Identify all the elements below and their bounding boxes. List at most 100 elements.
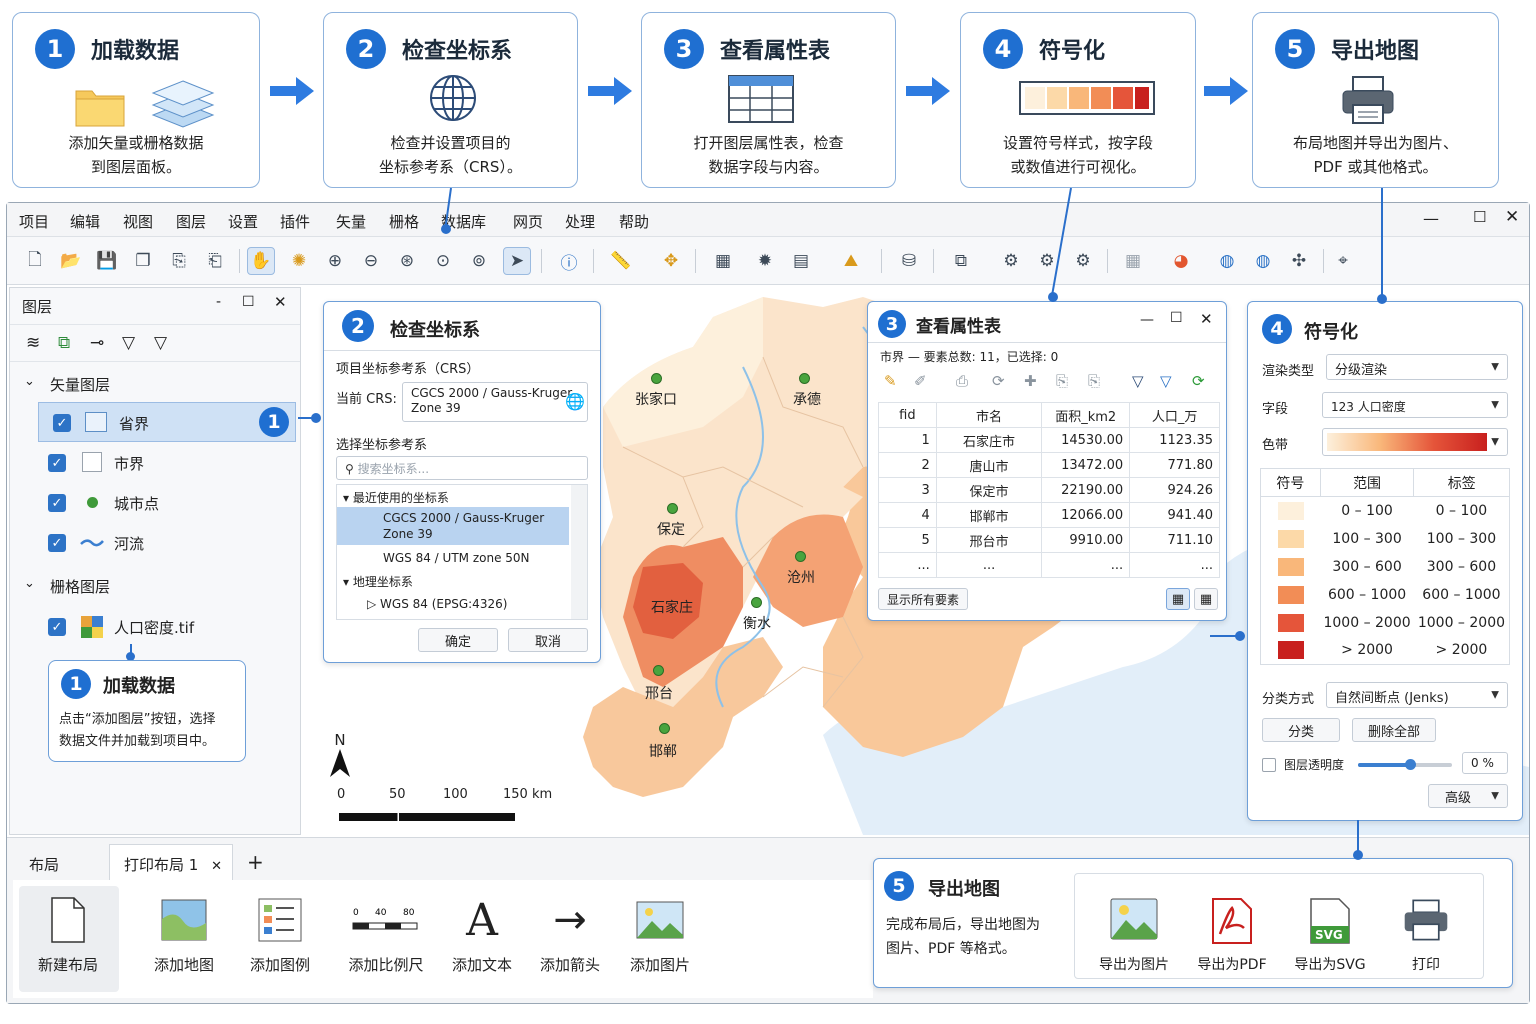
add-layer-icon[interactable]: ⧉ — [947, 247, 975, 275]
export-pdf-button[interactable]: 导出为PDF — [1187, 898, 1277, 974]
delete-feature-icon[interactable]: ⎘ — [1056, 372, 1068, 390]
label-tool-icon[interactable]: ⛰ — [837, 247, 865, 275]
add-group-icon[interactable]: ⧉ — [58, 333, 70, 353]
manage-themes-icon[interactable]: ⊸ — [90, 333, 104, 353]
vector-group-header[interactable]: ⌄ 矢量图层 — [10, 366, 300, 404]
refresh-icon[interactable]: ⟳ — [1192, 372, 1205, 390]
city-point-baoding[interactable] — [667, 503, 678, 514]
city-point-xingtai[interactable] — [653, 665, 664, 676]
window-minimize-icon[interactable]: — — [1423, 209, 1439, 228]
class-symbol-swatch[interactable] — [1261, 637, 1321, 665]
show-all-features-button[interactable]: 显示所有要素 — [878, 588, 968, 610]
menu-vector[interactable]: 矢量 — [336, 211, 366, 232]
new-layout-button[interactable]: 新建布局 — [23, 894, 113, 975]
chevron-down-icon[interactable]: ⌄ — [24, 576, 35, 591]
style-manager-icon[interactable]: ⎗ — [201, 247, 229, 275]
filter-legend-icon[interactable]: ▽ — [154, 333, 167, 353]
table-row[interactable]: 5 邢台市 9910.00 711.10 — [878, 527, 1220, 553]
menu-layer[interactable]: 图层 — [176, 211, 206, 232]
chevron-down-icon[interactable]: ⌄ — [24, 374, 35, 389]
class-symbol-swatch[interactable] — [1261, 525, 1321, 553]
measure-ruler-icon[interactable]: 📏 — [607, 247, 635, 275]
web-globe-icon[interactable]: ◍ — [1213, 247, 1241, 275]
attribute-table-icon[interactable]: ▦ — [709, 247, 737, 275]
menu-processing[interactable]: 处理 — [565, 211, 595, 232]
cancel-button[interactable]: 取消 — [508, 628, 588, 652]
column-header[interactable]: 符号 — [1260, 468, 1321, 497]
copy-icon[interactable]: ⎘ — [1088, 372, 1100, 390]
table-view-icon[interactable]: ▦ — [1166, 588, 1190, 610]
new-print-layout-icon[interactable]: ❐ — [129, 247, 157, 275]
color-ramp-select[interactable] — [1322, 428, 1508, 456]
column-header[interactable]: 市名 — [935, 402, 1043, 428]
layer-item-population-raster[interactable]: ✓ 人口密度.tif — [10, 608, 300, 646]
crs-item-selected[interactable]: CGCS 2000 / Gauss-Kruger Zone 39 — [337, 507, 569, 545]
class-row[interactable]: 100 – 300 100 – 300 — [1261, 525, 1510, 553]
zoom-out-icon[interactable]: ⊖ — [357, 247, 385, 275]
layer-item-province[interactable]: ✓ 省界 1 — [38, 402, 296, 442]
edit-pencil-icon[interactable]: ✎ — [884, 372, 897, 390]
toolbox-gear-icon[interactable]: ⚙ — [1069, 247, 1097, 275]
city-point-hengshui[interactable] — [751, 597, 762, 608]
field-select[interactable]: 123 人口密度 — [1322, 392, 1508, 418]
panel-maximize-icon[interactable]: ☐ — [1170, 310, 1183, 326]
multi-edit-icon[interactable]: ✐ — [914, 372, 927, 390]
classify-button[interactable]: 分类 — [1262, 718, 1340, 742]
panel-minimize-icon[interactable]: — — [1140, 312, 1154, 328]
class-row[interactable]: 0 – 100 0 – 100 — [1261, 497, 1510, 525]
panel-close-icon[interactable]: ✕ — [274, 293, 287, 311]
menu-web[interactable]: 网页 — [513, 211, 543, 232]
save-edits-icon[interactable]: ⎙ — [956, 372, 968, 390]
add-tab-icon[interactable]: + — [247, 850, 264, 874]
color-wheel-icon[interactable]: ◕ — [1167, 247, 1195, 275]
crs-globe-icon[interactable]: 🌐 — [565, 392, 585, 411]
pan-to-selection-icon[interactable]: ✺ — [285, 247, 313, 275]
column-header[interactable]: 标签 — [1414, 469, 1510, 497]
export-svg-button[interactable]: SVG 导出为SVG — [1285, 898, 1375, 974]
city-point-cangzhou[interactable] — [795, 551, 806, 562]
zoom-native-icon[interactable]: ⊚ — [465, 247, 493, 275]
opacity-slider[interactable] — [1358, 759, 1452, 770]
window-close-icon[interactable]: ✕ — [1505, 207, 1519, 227]
select-pointer-icon[interactable]: ➤ — [503, 247, 531, 275]
processing-gear-icon[interactable]: ⚙ — [997, 247, 1025, 275]
plugin-manager-icon[interactable]: ⛁ — [895, 247, 923, 275]
filter-icon[interactable]: ▽ — [122, 333, 135, 353]
crs-search-input[interactable]: ⚲ 搜索坐标系... — [336, 456, 588, 480]
statistics-icon[interactable]: ✹ — [751, 247, 779, 275]
panel-float-icon[interactable]: ☐ — [242, 294, 255, 310]
city-point-handan[interactable] — [659, 723, 670, 734]
layer-checkbox[interactable]: ✓ — [48, 534, 66, 552]
print-button[interactable]: 打印 — [1381, 898, 1471, 974]
class-symbol-swatch[interactable] — [1261, 497, 1321, 525]
advanced-button[interactable]: 高级 — [1428, 784, 1508, 808]
column-header[interactable]: fid — [878, 402, 937, 428]
menu-view[interactable]: 视图 — [123, 211, 153, 232]
layer-checkbox[interactable]: ✓ — [53, 414, 71, 432]
menu-help[interactable]: 帮助 — [619, 211, 649, 232]
pan-hand-icon[interactable]: ✋ — [247, 247, 275, 275]
layer-styling-icon[interactable]: ≋ — [26, 333, 40, 353]
add-feature-icon[interactable]: ✚ — [1024, 372, 1037, 390]
column-header[interactable]: 范围 — [1320, 468, 1415, 497]
menu-raster[interactable]: 栅格 — [389, 211, 419, 232]
table-row[interactable]: ............ — [878, 552, 1220, 578]
filter-selected-icon[interactable]: ▽ — [1160, 372, 1172, 390]
layer-checkbox[interactable]: ✓ — [48, 494, 66, 512]
class-row[interactable]: > 2000 > 2000 — [1261, 637, 1510, 665]
opacity-slider-handle[interactable] — [1405, 759, 1416, 770]
grid-icon[interactable]: ▦ — [1119, 247, 1147, 275]
tree-group-recent[interactable]: ▾ 最近使用的坐标系 — [343, 489, 449, 506]
table-row[interactable]: 1 石家庄市 14530.00 1123.35 — [878, 427, 1220, 453]
form-view-icon[interactable]: ▦ — [1194, 588, 1218, 610]
measure-area-icon[interactable]: ✥ — [657, 247, 685, 275]
add-arrow-button[interactable]: → 添加箭头 — [525, 894, 615, 975]
reload-icon[interactable]: ⟳ — [992, 372, 1005, 390]
crs-item[interactable]: WGS 84 / UTM zone 50N — [383, 551, 530, 565]
print-layout-tab[interactable]: 打印布局 1 ✕ — [109, 844, 233, 880]
panel-minimize-icon[interactable]: - — [216, 294, 221, 310]
georeference-icon[interactable]: ✣ — [1285, 247, 1313, 275]
layer-checkbox[interactable]: ✓ — [48, 618, 66, 636]
layer-item-city-points[interactable]: ✓ 城市点 — [10, 484, 300, 522]
classification-method-select[interactable]: 自然间断点 (Jenks) — [1326, 682, 1508, 708]
